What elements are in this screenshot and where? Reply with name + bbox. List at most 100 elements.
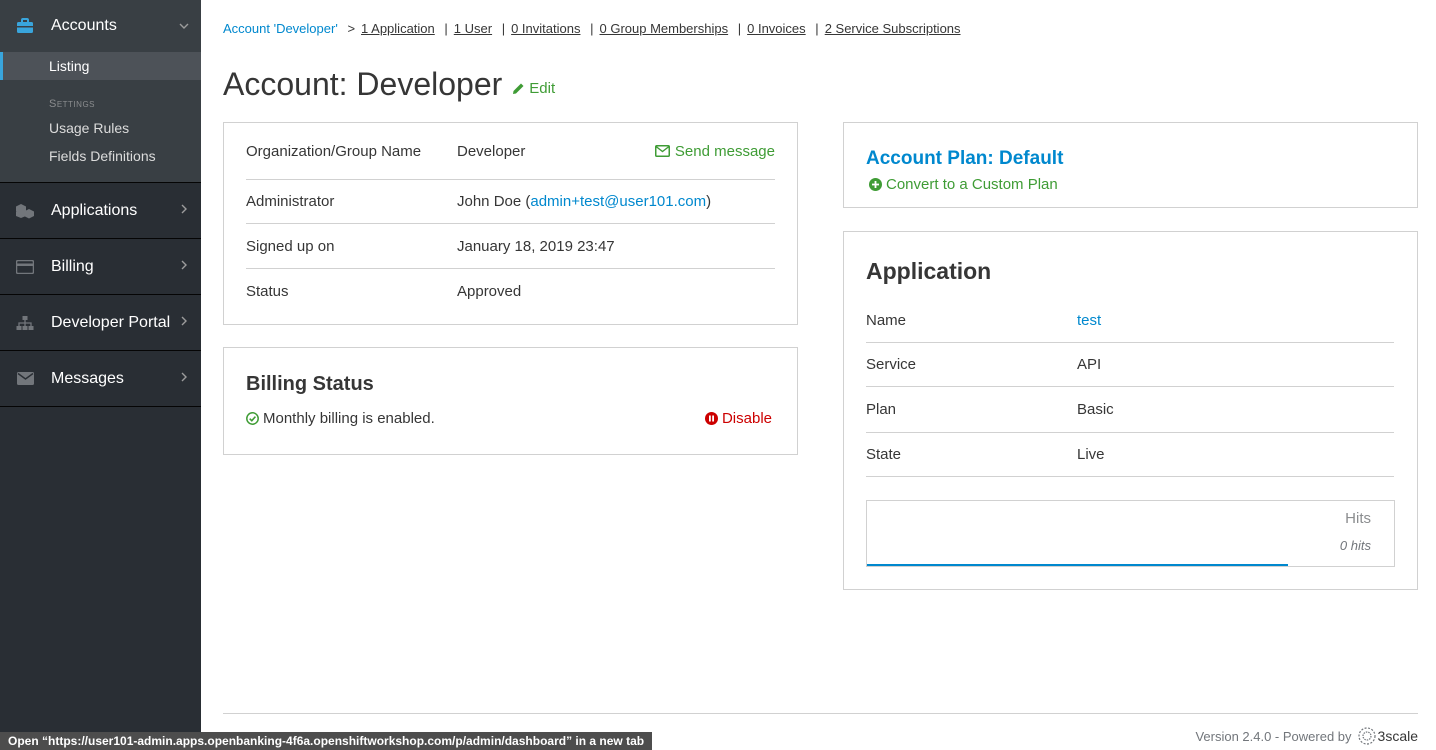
- sidebar-subitem-listing[interactable]: Listing: [0, 52, 201, 80]
- footer: Version 2.4.0 - Powered by 3scale: [223, 713, 1418, 745]
- status-key: Status: [246, 282, 289, 300]
- org-name-value: Developer: [457, 142, 526, 160]
- sidebar-subitem-usage-rules[interactable]: Usage Rules: [0, 114, 201, 142]
- breadcrumb-users-link[interactable]: 1 User: [454, 21, 492, 36]
- send-message-label: Send message: [674, 142, 775, 160]
- app-plan-value: Basic: [1077, 401, 1114, 418]
- hits-sparkline: Hits 0 hits: [866, 500, 1395, 567]
- page-header: Account: Developer Edit: [223, 66, 555, 103]
- breadcrumb-arrow: >: [347, 21, 356, 36]
- page-title: Account: Developer: [223, 66, 503, 102]
- sidebar-item-billing[interactable]: Billing: [0, 239, 201, 294]
- status-row: Status Approved: [246, 269, 775, 313]
- hits-chart-line: [867, 564, 1288, 566]
- edit-label: Edit: [529, 80, 556, 97]
- chevron-right-icon: [179, 203, 189, 217]
- signed-up-row: Signed up on January 18, 2019 23:47: [246, 224, 775, 269]
- sidebar-section-billing: Billing: [0, 239, 201, 295]
- breadcrumb-separator: |: [737, 21, 742, 36]
- billing-message-text: Monthly billing is enabled.: [263, 410, 435, 427]
- version-info: Version 2.4.0 - Powered by 3scale: [1195, 726, 1418, 746]
- app-service-value: API: [1077, 356, 1102, 373]
- admin-close-paren: ): [706, 193, 712, 210]
- breadcrumb-group-memberships-link[interactable]: 0 Group Memberships: [599, 21, 728, 36]
- sidebar: Accounts Listing Settings Usage Rules Fi…: [0, 0, 201, 750]
- billing-status-message: Monthly billing is enabled.: [246, 410, 435, 427]
- org-name-key: Organization/Group Name: [246, 142, 422, 160]
- admin-name: John Doe (: [457, 193, 531, 210]
- app-name-key: Name: [866, 311, 907, 329]
- billing-status-card: Billing Status Monthly billing is enable…: [223, 347, 798, 455]
- signed-up-key: Signed up on: [246, 237, 335, 255]
- signed-up-value: January 18, 2019 23:47: [457, 237, 615, 255]
- disable-billing-link[interactable]: Disable: [704, 410, 772, 427]
- administrator-row: Administrator John Doe (admin+test@user1…: [246, 180, 775, 224]
- convert-custom-plan-link[interactable]: Convert to a Custom Plan: [869, 176, 1058, 193]
- app-service-row: Service API: [866, 343, 1394, 387]
- edit-account-link[interactable]: Edit: [512, 80, 555, 97]
- sidebar-item-applications[interactable]: Applications: [0, 183, 201, 238]
- pause-circle-icon: [704, 412, 718, 425]
- plus-circle-icon: [869, 178, 882, 191]
- chevron-down-icon: [179, 20, 189, 34]
- 3scale-logo-text: 3scale: [1377, 728, 1418, 744]
- billing-status-title: Billing Status: [246, 373, 374, 395]
- app-state-value: Live: [1077, 446, 1105, 463]
- administrator-key: Administrator: [246, 193, 335, 210]
- sidebar-item-messages[interactable]: Messages: [0, 351, 201, 406]
- breadcrumb-separator: |: [444, 21, 448, 36]
- envelope-icon: [15, 370, 35, 388]
- administrator-value: John Doe (admin+test@user101.com): [457, 193, 775, 210]
- sidebar-item-accounts[interactable]: Accounts: [0, 0, 201, 52]
- app-plan-row: Plan Basic: [866, 387, 1394, 433]
- hits-count: 0 hits: [1339, 538, 1371, 553]
- hits-label: Hits: [1345, 510, 1371, 527]
- app-plan-key: Plan: [866, 401, 897, 418]
- breadcrumb-invoices-link[interactable]: 0 Invoices: [747, 21, 806, 36]
- sidebar-section-accounts: Accounts Listing Settings Usage Rules Fi…: [0, 0, 201, 183]
- chevron-right-icon: [179, 259, 189, 273]
- cubes-icon: [15, 202, 35, 220]
- app-name-link[interactable]: test: [1077, 312, 1394, 329]
- app-name-row: Name test: [866, 298, 1394, 343]
- breadcrumb-service-subscriptions-link[interactable]: 2 Service Subscriptions: [825, 21, 961, 36]
- breadcrumb-separator: |: [501, 21, 506, 36]
- breadcrumb-applications-link[interactable]: 1 Application: [361, 21, 435, 36]
- account-details-card: Organization/Group Name Developer Send m…: [223, 122, 798, 325]
- settings-heading: Settings: [49, 98, 96, 110]
- sidebar-section-applications: Applications: [0, 183, 201, 239]
- accounts-submenu: Listing Settings Usage Rules Fields Defi…: [0, 52, 201, 182]
- envelope-icon: [654, 145, 670, 157]
- browser-status-bar: Open “https://user101-admin.apps.openban…: [0, 732, 653, 750]
- breadcrumb-separator: |: [815, 21, 819, 36]
- convert-label: Convert to a Custom Plan: [886, 176, 1058, 193]
- sidebar-subitem-fields-definitions[interactable]: Fields Definitions: [0, 142, 201, 170]
- status-value: Approved: [457, 282, 522, 300]
- account-plan-link[interactable]: Account Plan: Default: [866, 148, 1063, 170]
- sidebar-item-developer-portal[interactable]: Developer Portal: [0, 295, 201, 350]
- send-message-link[interactable]: Send message: [654, 142, 775, 160]
- sidebar-item-label: Accounts: [51, 17, 117, 34]
- sidebar-section-developer-portal: Developer Portal: [0, 295, 201, 351]
- sidebar-item-label: Billing: [51, 257, 94, 275]
- app-state-row: State Live: [866, 433, 1394, 477]
- admin-email-link[interactable]: admin+test@user101.com: [530, 193, 706, 210]
- breadcrumb-account-link[interactable]: Account 'Developer': [223, 21, 338, 36]
- application-card: Application Name test Service API Plan B…: [843, 231, 1418, 590]
- version-text: Version 2.4.0 - Powered by: [1195, 728, 1352, 744]
- breadcrumb-invitations-link[interactable]: 0 Invitations: [511, 21, 580, 36]
- briefcase-icon: [15, 17, 35, 35]
- breadcrumb: Account 'Developer' >1 Application | 1 Us…: [223, 21, 961, 36]
- sidebar-item-label: Developer Portal: [51, 313, 171, 331]
- application-title: Application: [866, 258, 992, 284]
- sidebar-item-label: Messages: [51, 369, 124, 387]
- org-name-row: Organization/Group Name Developer Send m…: [246, 123, 775, 180]
- credit-card-icon: [15, 258, 35, 276]
- chevron-right-icon: [179, 371, 189, 385]
- sidebar-item-label: Applications: [51, 201, 138, 219]
- disable-label: Disable: [721, 410, 772, 427]
- app-service-key: Service: [866, 356, 917, 373]
- 3scale-logo-icon: [1357, 727, 1376, 745]
- check-circle-icon: [246, 412, 259, 425]
- sitemap-icon: [15, 314, 35, 332]
